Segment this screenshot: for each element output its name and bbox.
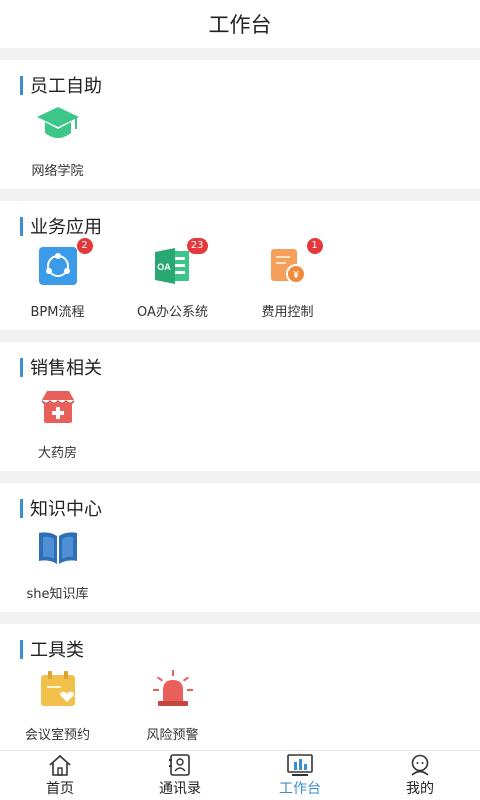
app-item-label: 风险预警 [146,728,199,743]
section-tools: 工具类 会议室预约 风险预警 [0,624,480,750]
section-title-bar [20,75,23,95]
expense-receipt-icon: ¥ 1 [265,238,323,289]
page-header: 工作台 [0,0,480,48]
app-item-oa[interactable]: OA 23 OA办公系统 [115,238,230,320]
section-sales: 销售相关 大药房 [0,342,480,471]
section-knowledge-center: 知识中心 she知识库 [0,483,480,612]
pharmacy-store-icon [35,384,81,430]
app-item-risk-alert[interactable]: 风险预警 [115,666,230,743]
app-item-pharmacy[interactable]: 大药房 [0,384,115,461]
section-business-apps: 业务应用 2 BPM流程 OA 23 OA办公系统 ¥ 1 费用控制 [0,201,480,330]
notification-badge: 23 [186,238,208,254]
app-item-label: 网络学院 [31,164,84,179]
notification-badge: 1 [306,238,323,254]
profile-icon [407,753,433,777]
app-item-label: 费用控制 [261,305,314,320]
app-item-meeting-room-booking[interactable]: 会议室预约 [0,666,115,743]
app-item-knowledge-base[interactable]: she知识库 [0,525,115,602]
tab-workbench[interactable]: 工作台 [240,751,360,800]
app-item-label: 会议室预约 [24,728,90,743]
workbench-content: 员工自助 网络学院 业务应用 2 BPM流程 OA 23 OA办公系统 ¥ 1 … [0,48,480,750]
alarm-siren-icon [150,666,196,712]
section-title: 销售相关 [0,356,480,379]
notification-badge: 2 [76,238,93,254]
contacts-icon [167,753,193,777]
open-book-icon [35,525,81,571]
app-item-label: she知识库 [26,587,89,602]
section-title: 工具类 [0,638,480,661]
graduation-cap-icon [35,102,81,148]
section-title-bar [20,498,23,518]
app-item-label: OA办公系统 [137,305,208,320]
svg-text:¥: ¥ [293,270,299,281]
section-title: 业务应用 [0,215,480,238]
tab-profile[interactable]: 我的 [360,751,480,800]
bottom-tab-bar: 首页 通讯录 工作台 我的 [0,750,480,800]
app-item-network-academy[interactable]: 网络学院 [0,102,115,179]
oa-office-icon: OA 23 [150,238,208,289]
section-title-bar [20,639,23,659]
page-title: 工作台 [208,13,272,37]
section-employee-self-service: 员工自助 网络学院 [0,60,480,189]
tab-home[interactable]: 首页 [0,751,120,800]
workbench-icon [287,753,313,777]
svg-text:OA: OA [157,262,171,272]
section-title: 员工自助 [0,74,480,97]
section-title-bar [20,216,23,236]
section-title-bar [20,357,23,377]
section-title: 知识中心 [0,497,480,520]
app-item-bpm[interactable]: 2 BPM流程 [0,238,115,320]
bpm-flow-icon: 2 [35,238,93,289]
home-icon [47,753,73,777]
app-item-label: 大药房 [37,446,77,461]
tab-contacts[interactable]: 通讯录 [120,751,240,800]
app-item-label: BPM流程 [30,305,85,320]
calendar-heart-icon [35,666,81,712]
app-item-expense-control[interactable]: ¥ 1 费用控制 [230,238,345,320]
